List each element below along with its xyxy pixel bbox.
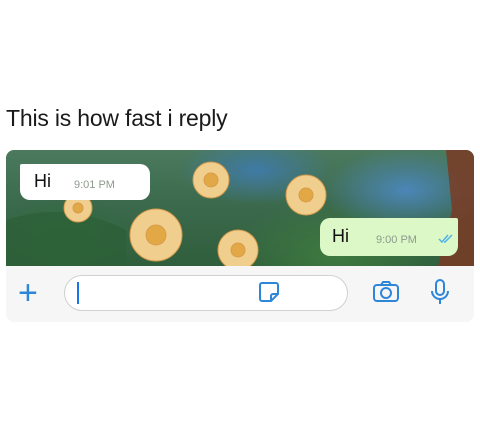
sticker-icon[interactable]	[258, 281, 280, 303]
double-check-icon	[438, 234, 453, 244]
outgoing-message[interactable]: Hi 9:00 PM	[320, 218, 458, 256]
plus-icon[interactable]: +	[18, 276, 38, 310]
message-input[interactable]	[64, 275, 348, 311]
outgoing-message-time: 9:00 PM	[376, 234, 417, 246]
incoming-message-text: Hi	[34, 171, 51, 191]
outgoing-message-text: Hi	[332, 226, 349, 246]
chat-area: Hi 9:01 PM Hi 9:00 PM	[6, 150, 474, 266]
message-input-bar: +	[6, 266, 474, 322]
meme-caption: This is how fast i reply	[6, 105, 228, 131]
microphone-icon[interactable]	[430, 278, 450, 306]
incoming-message[interactable]: Hi 9:01 PM	[20, 164, 150, 200]
camera-icon[interactable]	[372, 281, 400, 303]
text-cursor	[77, 282, 79, 304]
incoming-message-time: 9:01 PM	[74, 179, 115, 191]
